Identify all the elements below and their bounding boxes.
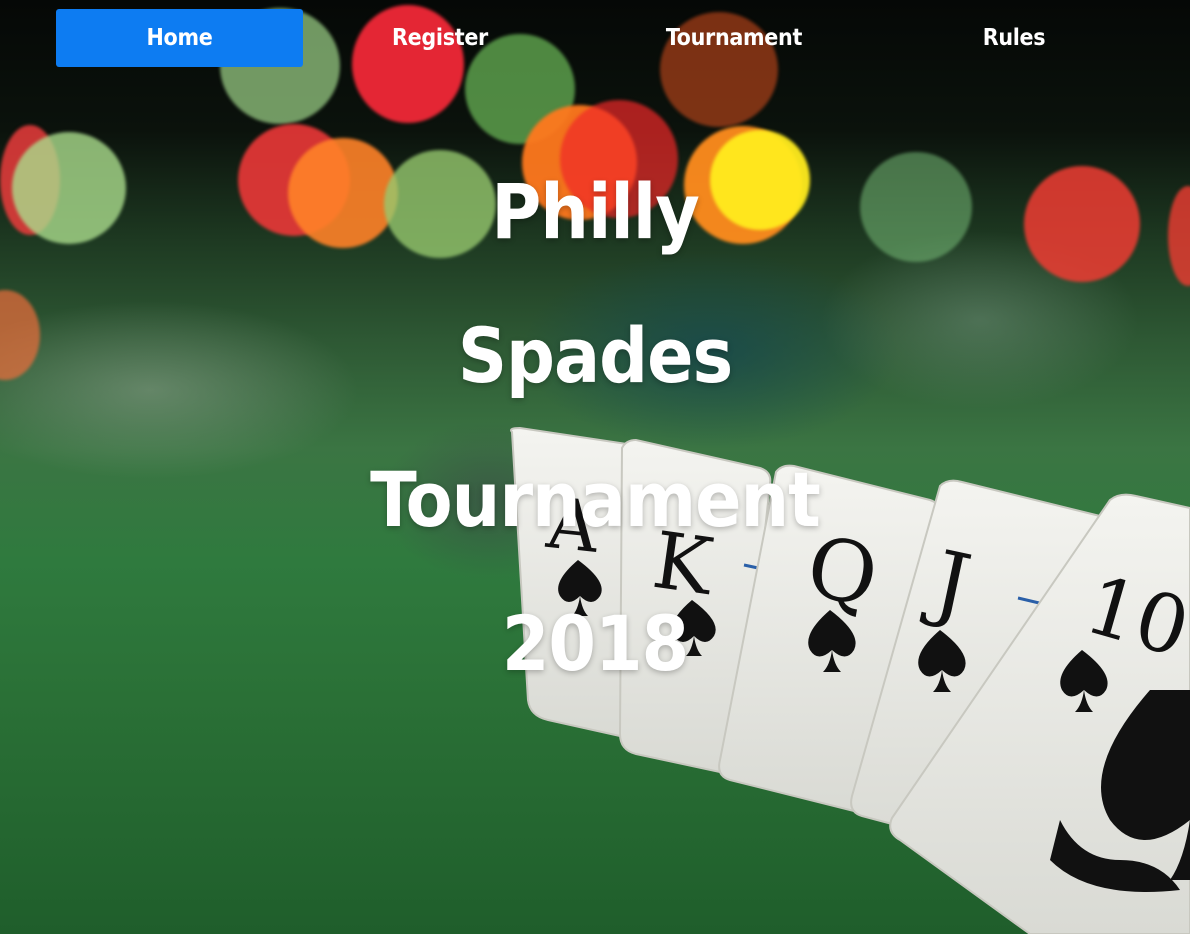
page: A K Q J 10 Home Register Tournament Rule… [0, 0, 1190, 934]
nav-home[interactable]: Home [56, 9, 303, 67]
hero-title-line: Spades [457, 311, 733, 400]
hero-title-line: Tournament [370, 455, 821, 544]
nav-tournament[interactable]: Tournament [604, 9, 864, 67]
nav-rules[interactable]: Rules [896, 9, 1132, 67]
hero-title: Philly Spades Tournament 2018 [0, 140, 1190, 716]
nav-register[interactable]: Register [316, 9, 564, 67]
hero-title-line: Philly [491, 167, 700, 256]
main-nav: Home Register Tournament Rules [56, 9, 1190, 67]
hero-title-line: 2018 [501, 599, 689, 688]
